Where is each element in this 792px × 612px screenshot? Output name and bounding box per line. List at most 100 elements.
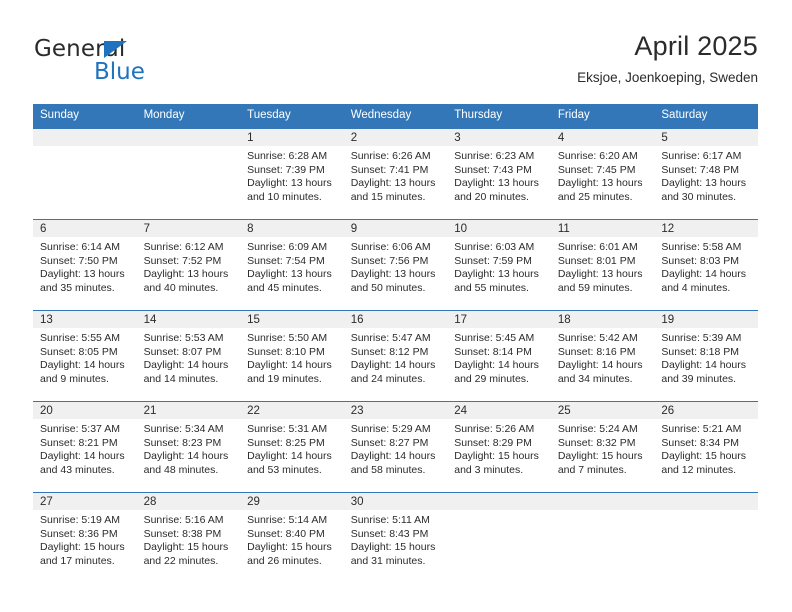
sunrise-time: Sunrise: 5:24 AM — [557, 423, 638, 435]
calendar-day-cell[interactable]: 15 Sunrise: 5:50 AM Sunset: 8:10 PM Dayligh… — [240, 310, 344, 402]
page-subtitle: Eksjoe, Joenkoeping, Sweden — [577, 70, 758, 85]
daylight-duration-line1: Daylight: 14 hours — [454, 359, 539, 372]
calendar-day-cell[interactable]: 22 Sunrise: 5:31 AM Sunset: 8:25 PM Dayligh… — [240, 401, 344, 493]
daylight-duration-line1: Daylight: 13 hours — [247, 177, 332, 190]
sunset-time: Sunset: 8:12 PM — [350, 345, 429, 358]
calendar-day-cell[interactable]: 13 Sunrise: 5:55 AM Sunset: 8:05 PM Dayligh… — [33, 310, 137, 402]
day-details: Sunrise: 5:24 AM Sunset: 8:32 PM Daylight:… — [551, 419, 655, 477]
daylight-duration-line2: and 58 minutes. — [350, 463, 426, 476]
daylight-duration-line2: and 50 minutes. — [350, 281, 426, 294]
calendar-day-cell[interactable]: 26 Sunrise: 5:21 AM Sunset: 8:34 PM Dayligh… — [654, 401, 758, 493]
day-details: Sunrise: 6:06 AM Sunset: 7:56 PM Daylight:… — [344, 237, 448, 295]
sunrise-time: Sunrise: 5:21 AM — [661, 423, 742, 435]
day-number: 23 — [343, 402, 448, 419]
logo-text-blue: Blue — [94, 59, 145, 85]
daylight-duration-line1: Daylight: 13 hours — [454, 268, 539, 281]
sunset-time: Sunset: 7:59 PM — [454, 254, 532, 267]
day-number: 6 — [33, 220, 137, 237]
daylight-duration-line2: and 48 minutes. — [143, 463, 219, 476]
calendar-day-cell[interactable]: 16 Sunrise: 5:47 AM Sunset: 8:12 PM Dayligh… — [343, 310, 448, 402]
calendar-week-row: 20 Sunrise: 5:37 AM Sunset: 8:21 PM Dayligh… — [33, 401, 758, 493]
calendar-day-cell[interactable]: 5 Sunrise: 6:17 AM Sunset: 7:48 PM Daylight… — [654, 128, 758, 220]
calendar-day-cell[interactable]: 18 Sunrise: 5:42 AM Sunset: 8:16 PM Dayligh… — [550, 310, 655, 402]
sunrise-time: Sunrise: 6:03 AM — [454, 241, 535, 253]
daylight-duration-line2: and 45 minutes. — [247, 281, 322, 294]
page-header: General Blue April 2025 Eksjoe, Joenkoep… — [0, 0, 792, 96]
sunrise-time: Sunrise: 5:11 AM — [350, 514, 430, 526]
calendar-day-cell[interactable]: 30 Sunrise: 5:11 AM Sunset: 8:43 PM Dayligh… — [343, 492, 448, 583]
day-number — [550, 493, 655, 510]
sunrise-time: Sunrise: 5:39 AM — [661, 332, 742, 344]
day-details: Sunrise: 5:26 AM Sunset: 8:29 PM Daylight:… — [447, 419, 551, 477]
day-number: 2 — [343, 129, 448, 146]
daylight-duration-line2: and 19 minutes. — [247, 372, 322, 385]
calendar-day-cell[interactable]: 17 Sunrise: 5:45 AM Sunset: 8:14 PM Dayligh… — [447, 310, 551, 402]
sunset-time: Sunset: 8:29 PM — [454, 436, 532, 449]
calendar-day-cell[interactable]: 9 Sunrise: 6:06 AM Sunset: 7:56 PM Daylight… — [343, 219, 448, 311]
weekday-header-row: Sunday Monday Tuesday Wednesday Thursday… — [33, 104, 758, 129]
sunset-time: Sunset: 8:27 PM — [350, 436, 429, 449]
sunset-time: Sunset: 7:50 PM — [40, 254, 118, 267]
sunset-time: Sunset: 8:01 PM — [557, 254, 636, 267]
calendar-day-cell[interactable]: 24 Sunrise: 5:26 AM Sunset: 8:29 PM Dayligh… — [447, 401, 551, 493]
calendar-day-cell[interactable]: 20 Sunrise: 5:37 AM Sunset: 8:21 PM Dayligh… — [33, 401, 137, 493]
day-details: Sunrise: 5:53 AM Sunset: 8:07 PM Daylight:… — [137, 328, 241, 386]
calendar-day-cell[interactable]: 4 Sunrise: 6:20 AM Sunset: 7:45 PM Daylight… — [550, 128, 655, 220]
sunrise-time: Sunrise: 5:29 AM — [350, 423, 431, 435]
day-number: 16 — [343, 311, 448, 328]
general-blue-logo[interactable]: General Blue — [34, 36, 224, 88]
calendar-header-row-group: Sunday Monday Tuesday Wednesday Thursday… — [33, 104, 758, 129]
daylight-duration-line2: and 14 minutes. — [143, 372, 219, 385]
day-number: 28 — [136, 493, 241, 510]
daylight-duration-line1: Daylight: 13 hours — [350, 177, 436, 190]
calendar-day-cell[interactable]: 29 Sunrise: 5:14 AM Sunset: 8:40 PM Dayligh… — [240, 492, 344, 583]
daylight-duration-line1: Daylight: 14 hours — [557, 359, 643, 372]
calendar-day-cell[interactable]: 27 Sunrise: 5:19 AM Sunset: 8:36 PM Dayligh… — [33, 492, 137, 583]
calendar-day-cell[interactable]: 1 Sunrise: 6:28 AM Sunset: 7:39 PM Daylight… — [240, 128, 344, 220]
day-number: 13 — [33, 311, 137, 328]
day-number: 12 — [654, 220, 758, 237]
daylight-duration-line1: Daylight: 13 hours — [557, 177, 643, 190]
day-number: 15 — [240, 311, 344, 328]
daylight-duration-line1: Daylight: 13 hours — [557, 268, 643, 281]
daylight-duration-line2: and 26 minutes. — [247, 554, 322, 567]
daylight-duration-line1: Daylight: 15 hours — [454, 450, 539, 463]
calendar-day-cell[interactable]: 10 Sunrise: 6:03 AM Sunset: 7:59 PM Dayligh… — [447, 219, 551, 311]
daylight-duration-line1: Daylight: 15 hours — [143, 541, 229, 554]
calendar-day-cell[interactable]: 8 Sunrise: 6:09 AM Sunset: 7:54 PM Daylight… — [240, 219, 344, 311]
day-details: Sunrise: 5:55 AM Sunset: 8:05 PM Daylight:… — [33, 328, 137, 386]
sunrise-time: Sunrise: 5:31 AM — [247, 423, 328, 435]
calendar-day-cell[interactable]: 11 Sunrise: 6:01 AM Sunset: 8:01 PM Dayligh… — [550, 219, 655, 311]
sunset-time: Sunset: 8:23 PM — [143, 436, 222, 449]
daylight-duration-line2: and 29 minutes. — [454, 372, 529, 385]
calendar-day-cell[interactable]: 12 Sunrise: 5:58 AM Sunset: 8:03 PM Dayligh… — [654, 219, 758, 311]
day-details: Sunrise: 6:09 AM Sunset: 7:54 PM Daylight:… — [240, 237, 344, 295]
sunrise-time: Sunrise: 6:09 AM — [247, 241, 328, 253]
calendar-day-cell[interactable]: 14 Sunrise: 5:53 AM Sunset: 8:07 PM Dayligh… — [136, 310, 241, 402]
daylight-duration-line2: and 9 minutes. — [40, 372, 109, 385]
calendar-page: General Blue April 2025 Eksjoe, Joenkoep… — [0, 0, 792, 612]
daylight-duration-line2: and 39 minutes. — [661, 372, 737, 385]
calendar-day-cell[interactable]: 21 Sunrise: 5:34 AM Sunset: 8:23 PM Dayligh… — [136, 401, 241, 493]
day-details: Sunrise: 6:03 AM Sunset: 7:59 PM Daylight:… — [447, 237, 551, 295]
sunrise-time: Sunrise: 5:58 AM — [661, 241, 742, 253]
sunset-time: Sunset: 7:52 PM — [143, 254, 222, 267]
sunset-time: Sunset: 7:45 PM — [557, 163, 636, 176]
calendar-day-cell[interactable]: 28 Sunrise: 5:16 AM Sunset: 8:38 PM Dayligh… — [136, 492, 241, 583]
calendar-day-cell[interactable]: 23 Sunrise: 5:29 AM Sunset: 8:27 PM Dayligh… — [343, 401, 448, 493]
calendar-day-cell[interactable]: 3 Sunrise: 6:23 AM Sunset: 7:43 PM Daylight… — [447, 128, 551, 220]
calendar-day-cell[interactable]: 6 Sunrise: 6:14 AM Sunset: 7:50 PM Daylight… — [33, 219, 137, 311]
day-number: 20 — [33, 402, 137, 419]
calendar-day-cell[interactable]: 2 Sunrise: 6:26 AM Sunset: 7:41 PM Daylight… — [343, 128, 448, 220]
calendar-day-cell[interactable]: 25 Sunrise: 5:24 AM Sunset: 8:32 PM Dayligh… — [550, 401, 655, 493]
weekday-header-monday: Monday — [136, 104, 241, 129]
day-details: Sunrise: 6:01 AM Sunset: 8:01 PM Daylight:… — [551, 237, 655, 295]
day-details: Sunrise: 6:14 AM Sunset: 7:50 PM Daylight:… — [33, 237, 137, 295]
calendar-day-cell[interactable]: 7 Sunrise: 6:12 AM Sunset: 7:52 PM Daylight… — [136, 219, 241, 311]
day-number: 7 — [136, 220, 241, 237]
daylight-duration-line1: Daylight: 14 hours — [661, 359, 747, 372]
day-details: Sunrise: 5:19 AM Sunset: 8:36 PM Daylight:… — [33, 510, 137, 568]
sunset-time: Sunset: 8:32 PM — [557, 436, 636, 449]
calendar-day-cell[interactable]: 19 Sunrise: 5:39 AM Sunset: 8:18 PM Dayligh… — [654, 310, 758, 402]
day-number: 25 — [550, 402, 655, 419]
